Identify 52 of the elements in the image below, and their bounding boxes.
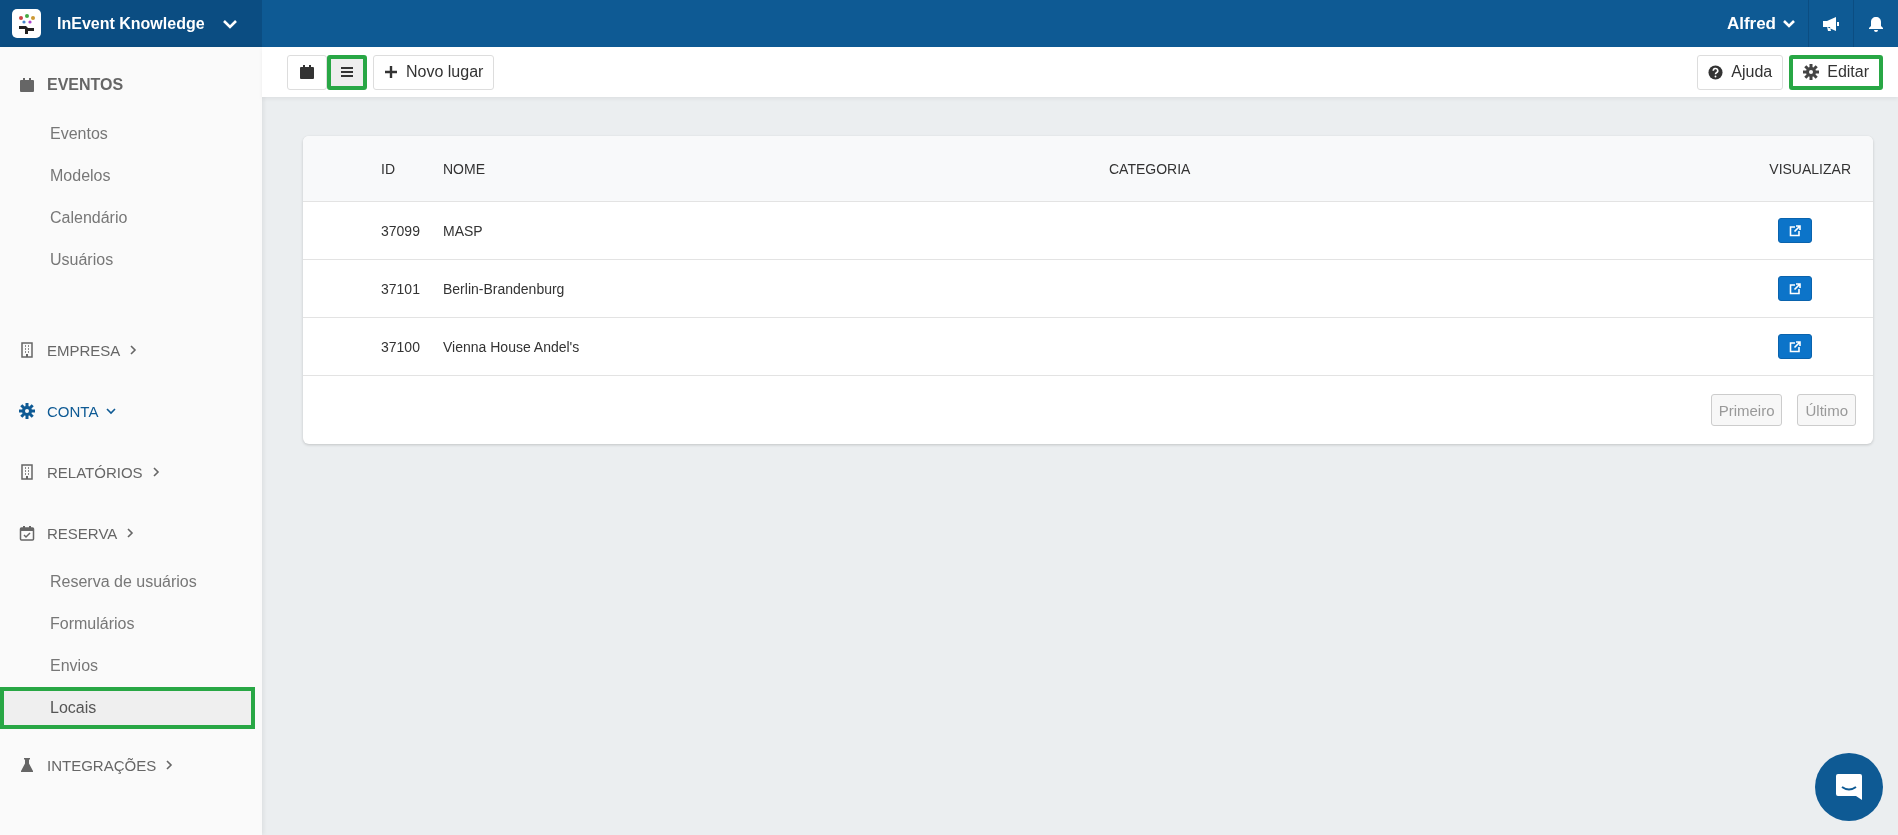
open-link-button[interactable] bbox=[1778, 218, 1812, 243]
settings-icon bbox=[19, 403, 35, 419]
external-link-icon bbox=[1789, 282, 1801, 295]
calendar-view-button[interactable] bbox=[287, 54, 327, 90]
table-cell-text: 37099 bbox=[381, 222, 421, 239]
column-header: NOME bbox=[443, 160, 486, 177]
external-link-icon bbox=[1789, 224, 1801, 237]
external-link-icon bbox=[1789, 340, 1801, 353]
list-icon bbox=[339, 64, 355, 80]
column-header: ID bbox=[381, 160, 396, 177]
app-name: InEvent Knowledge bbox=[57, 14, 206, 33]
chevron-icon bbox=[1782, 18, 1796, 29]
table-cell-text: MASP bbox=[443, 222, 484, 239]
logo-icon bbox=[12, 9, 41, 38]
sidebar-item[interactable]: Modelos bbox=[0, 155, 255, 197]
user-menu[interactable]: Alfred bbox=[1714, 0, 1808, 47]
plus-icon bbox=[384, 65, 398, 79]
calendar-icon bbox=[299, 64, 315, 80]
sidebar-item[interactable]: Calendário bbox=[0, 197, 255, 239]
table-cell-text: 37100 bbox=[381, 338, 421, 355]
sidebar-item[interactable]: Reserva de usuários bbox=[0, 561, 255, 603]
list-view-button[interactable] bbox=[327, 54, 367, 90]
column-header: VISUALIZAR bbox=[1768, 160, 1851, 177]
section-header[interactable]: CONTA bbox=[0, 386, 262, 436]
sidebar-item[interactable]: Usuários bbox=[0, 239, 255, 281]
table-cell-text: 37101 bbox=[381, 280, 421, 297]
calendar-icon bbox=[19, 77, 35, 93]
chevron-icon bbox=[222, 17, 238, 30]
sidebar-item[interactable]: Eventos bbox=[0, 113, 255, 155]
section-header[interactable]: RESERVA bbox=[0, 508, 262, 558]
sidebar-item[interactable]: Envios bbox=[0, 645, 255, 687]
section-header[interactable]: RELATÓRIOS bbox=[0, 447, 262, 497]
sidebar-item[interactable]: Locais bbox=[0, 687, 255, 729]
calendar-check-icon bbox=[19, 525, 35, 541]
settings-icon bbox=[1803, 64, 1820, 80]
section-header[interactable]: EVENTOS bbox=[0, 60, 262, 110]
building-icon bbox=[19, 464, 35, 480]
help-icon bbox=[1708, 64, 1724, 80]
table-cell-text: Vienna House Andel's bbox=[443, 338, 581, 355]
chat-icon bbox=[1834, 772, 1864, 802]
open-link-button[interactable] bbox=[1778, 334, 1812, 359]
building-icon bbox=[19, 342, 35, 358]
section-header[interactable]: INTEGRAÇÕES bbox=[0, 740, 262, 790]
sidebar-item[interactable]: Formulários bbox=[0, 603, 255, 645]
edit-button[interactable]: Editar bbox=[1789, 54, 1883, 90]
open-link-button[interactable] bbox=[1778, 276, 1812, 301]
new-place-button[interactable]: Novo lugar bbox=[373, 54, 495, 90]
section-header[interactable]: EMPRESA bbox=[0, 325, 262, 375]
help-button[interactable]: Ajuda bbox=[1697, 54, 1784, 90]
flask-icon bbox=[19, 757, 35, 773]
column-header: CATEGORIA bbox=[1109, 160, 1192, 177]
table-cell-text: Berlin-Brandenburg bbox=[443, 280, 566, 297]
